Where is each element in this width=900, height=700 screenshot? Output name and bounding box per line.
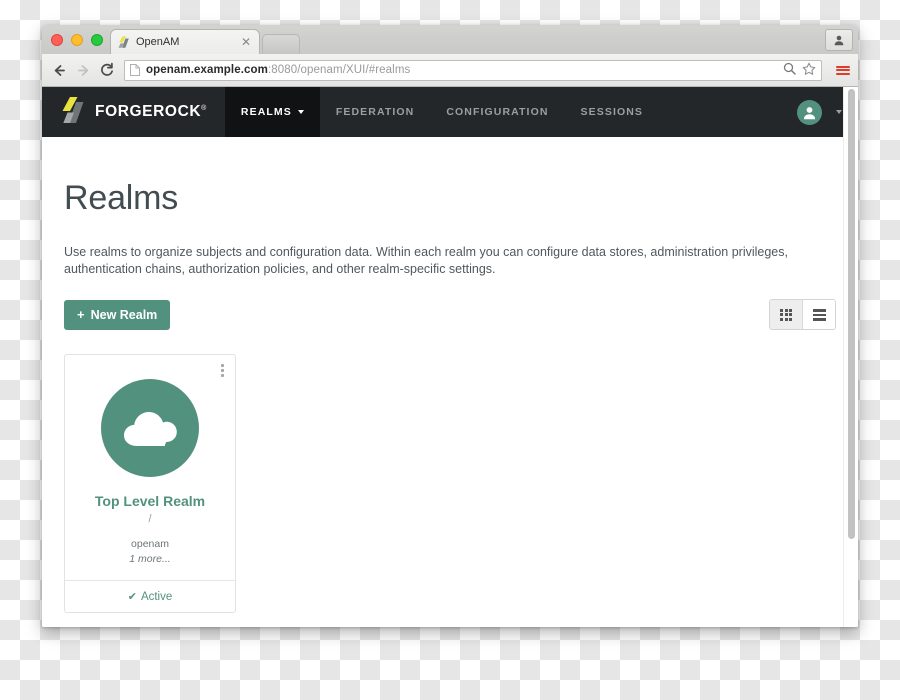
page-description: Use realms to organize subjects and conf…	[64, 245, 788, 276]
realm-card[interactable]: Top Level Realm / openam 1 more... ✔ Acti…	[64, 354, 236, 613]
new-realm-button[interactable]: + New Realm	[64, 299, 171, 330]
page-content: Realms Use realms to organize subjects a…	[42, 137, 858, 613]
hamburger-menu-icon[interactable]	[834, 59, 852, 81]
list-view-icon[interactable]	[802, 300, 835, 330]
nav-item-configuration-label: CONFIGURATION	[446, 106, 549, 118]
brand-name: FORGEROCK	[95, 103, 202, 120]
new-realm-button-label: New Realm	[90, 307, 158, 322]
user-menu-chevron-down-icon[interactable]	[836, 110, 842, 114]
page-document-icon	[130, 64, 140, 76]
brand-logo[interactable]: FORGEROCK®	[42, 87, 225, 137]
address-bar[interactable]: openam.example.com:8080/openam/XUI/#real…	[124, 59, 822, 81]
chevron-down-icon	[297, 110, 304, 114]
cloud-icon	[101, 379, 199, 478]
forgerock-logo-icon	[60, 96, 86, 129]
address-bar-url: openam.example.com:8080/openam/XUI/#real…	[146, 64, 410, 76]
browser-toolbar: openam.example.com:8080/openam/XUI/#real…	[42, 29, 858, 87]
check-icon: ✔	[127, 590, 137, 603]
trademark-symbol: ®	[201, 104, 207, 112]
nav-item-federation[interactable]: FEDERATION	[320, 87, 430, 137]
forward-arrow-icon	[72, 59, 94, 81]
realm-more-link[interactable]: 1 more...	[75, 552, 225, 567]
brand-wordmark: FORGEROCK®	[95, 103, 207, 121]
grid-glyph	[780, 308, 792, 321]
nav-item-sessions[interactable]: SESSIONS	[565, 87, 659, 137]
page-scrollbar[interactable]	[843, 87, 858, 627]
close-icon[interactable]: ✕	[239, 36, 253, 48]
omnibox-actions	[775, 62, 816, 79]
window-traffic-lights	[51, 34, 103, 46]
search-icon[interactable]	[783, 62, 796, 78]
minimize-window-button[interactable]	[71, 34, 83, 46]
nav-item-realms[interactable]: REALMS	[224, 87, 320, 137]
browser-window: OpenAM ✕ openam.example.com:8080/openam/…	[42, 25, 858, 627]
app-navigation-bar: FORGEROCK® REALMS FEDERATION CONFIGURATI…	[42, 87, 858, 137]
url-host: openam.example.com	[146, 64, 268, 76]
realm-name: Top Level Realm	[94, 493, 206, 510]
plus-icon: +	[77, 307, 85, 323]
realm-status-badge: ✔ Active	[65, 579, 235, 612]
nav-item-sessions-label: SESSIONS	[580, 106, 644, 118]
browser-tab-title: OpenAM	[136, 36, 180, 48]
kebab-menu-icon[interactable]	[221, 364, 224, 378]
new-tab-button[interactable]	[262, 34, 300, 54]
nav-item-federation-label: FEDERATION	[335, 106, 415, 118]
realm-status-label: Active	[140, 590, 173, 603]
maximize-window-button[interactable]	[91, 34, 103, 46]
url-path: :8080/openam/XUI/#realms	[267, 64, 411, 76]
reload-icon[interactable]	[96, 59, 118, 81]
list-glyph	[812, 309, 826, 321]
browser-tab-strip: OpenAM ✕	[42, 25, 858, 54]
nav-item-configuration[interactable]: CONFIGURATION	[430, 87, 564, 137]
forgerock-favicon	[117, 35, 131, 49]
page-viewport: FORGEROCK® REALMS FEDERATION CONFIGURATI…	[42, 87, 858, 627]
close-window-button[interactable]	[51, 34, 63, 46]
page-scrollbar-thumb[interactable]	[848, 89, 855, 539]
back-arrow-icon[interactable]	[48, 59, 70, 81]
page-title: Realms	[64, 179, 179, 217]
person-icon[interactable]	[825, 29, 853, 51]
nav-item-realms-label: REALMS	[240, 106, 292, 118]
realm-alias: openam	[131, 538, 169, 551]
realm-card-body: Top Level Realm / openam 1 more...	[65, 355, 235, 579]
star-icon[interactable]	[802, 62, 816, 79]
realm-card-list: Top Level Realm / openam 1 more... ✔ Acti…	[64, 354, 836, 613]
grid-view-icon[interactable]	[770, 300, 802, 330]
realm-path: /	[148, 513, 152, 526]
browser-tab[interactable]: OpenAM ✕	[110, 29, 260, 54]
user-avatar-icon[interactable]	[797, 99, 822, 125]
view-toggle-group	[769, 299, 836, 331]
action-bar: + New Realm	[64, 299, 836, 331]
